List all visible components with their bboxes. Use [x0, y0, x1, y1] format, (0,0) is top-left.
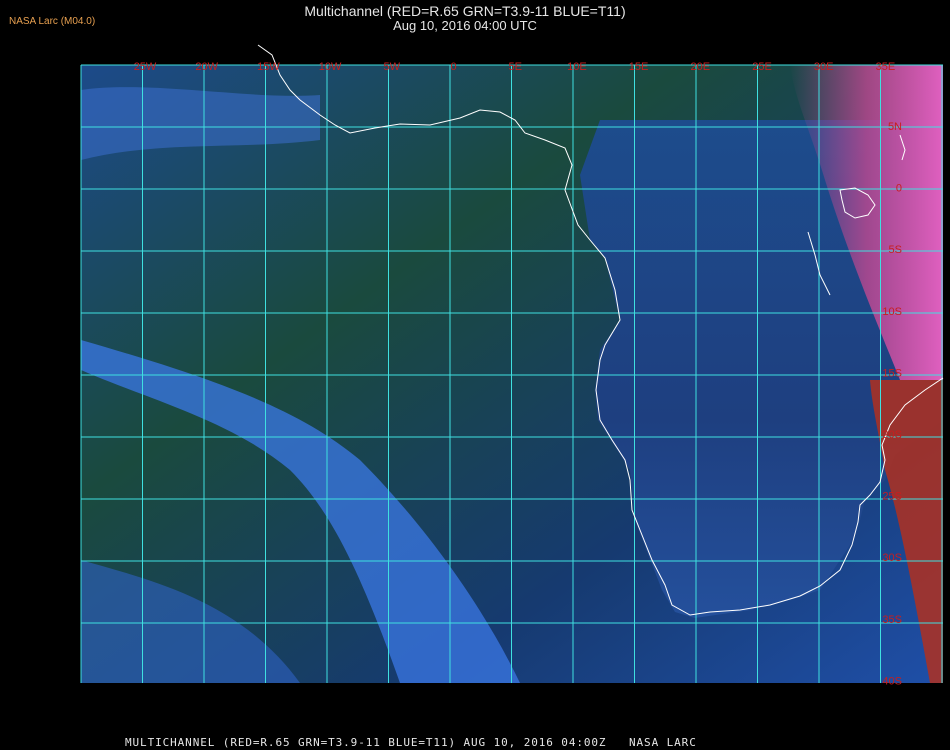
latitude-label: 30S — [882, 552, 902, 564]
latitude-label: 5N — [888, 121, 902, 133]
caption-text: MULTICHANNEL (RED=R.65 GRN=T3.9-11 BLUE=… — [125, 736, 697, 749]
longitude-label: 15W — [257, 61, 280, 73]
longitude-label: 30E — [814, 61, 834, 73]
caption-bar: MULTICHANNEL (RED=R.65 GRN=T3.9-11 BLUE=… — [0, 735, 950, 750]
latitude-label: 25S — [882, 491, 902, 503]
longitude-label: 10W — [319, 61, 342, 73]
latitude-label: 5S — [889, 244, 902, 256]
longitude-label: 20W — [195, 61, 218, 73]
longitude-label: 15E — [629, 61, 649, 73]
longitude-label: 35E — [876, 61, 896, 73]
latitude-label: 15S — [882, 367, 902, 379]
longitude-label: 10E — [567, 61, 587, 73]
latitude-label: 40S — [882, 675, 902, 687]
longitude-label: 5W — [384, 61, 401, 73]
longitude-label: 25E — [752, 61, 772, 73]
longitude-label: 0 — [450, 61, 456, 73]
latitude-label: 35S — [882, 614, 902, 626]
satellite-map: 25W 20W 15W 10W 5W 0 5E 10E 15E 20E 25E 30E 35E 5N 0 5… — [80, 44, 944, 687]
longitude-label: 5E — [508, 61, 521, 73]
latitude-label: 20S — [882, 429, 902, 441]
longitude-label: 25W — [134, 61, 157, 73]
longitude-label: 20E — [691, 61, 711, 73]
latitude-label: 10S — [882, 306, 902, 318]
latitude-label: 0 — [896, 183, 902, 195]
